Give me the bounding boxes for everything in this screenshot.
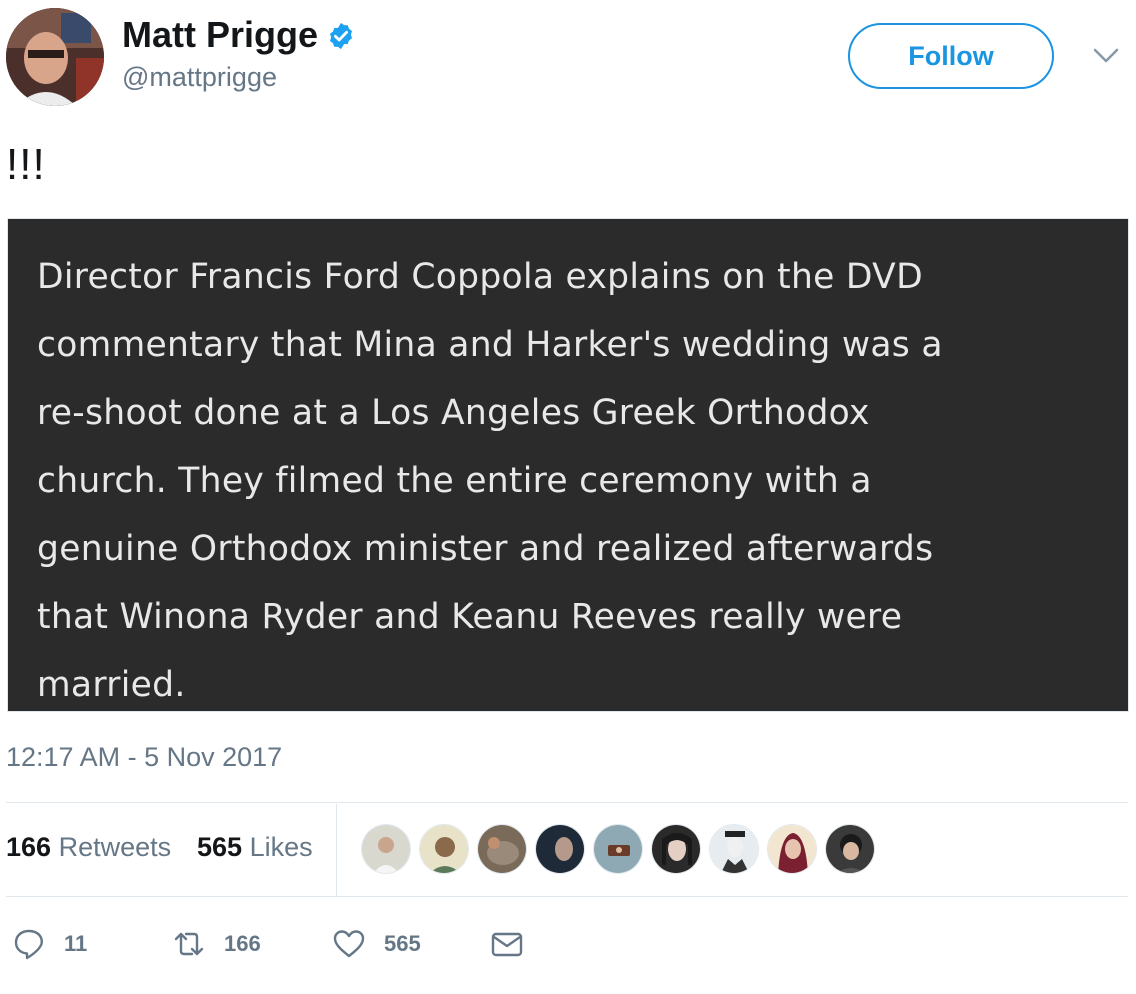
retweets-label: Retweets xyxy=(58,832,172,862)
tweet-header: Matt Prigge @mattprigge Follow xyxy=(0,0,1136,120)
direct-message-button[interactable] xyxy=(490,920,524,968)
liker-avatar[interactable] xyxy=(535,824,585,874)
liker-avatar[interactable] xyxy=(767,824,817,874)
tweet-actions: 11 166 565 xyxy=(6,920,1128,968)
author-handle[interactable]: @mattprigge xyxy=(122,62,277,93)
liker-avatar[interactable] xyxy=(825,824,875,874)
tweet-media-image[interactable]: Director Francis Ford Coppola explains o… xyxy=(7,218,1129,712)
heart-icon xyxy=(332,927,366,961)
reply-button[interactable]: 11 xyxy=(12,920,87,968)
follow-button[interactable]: Follow xyxy=(848,23,1054,89)
likes-stat[interactable]: 565 Likes xyxy=(197,832,313,863)
reply-icon xyxy=(12,927,46,961)
like-button[interactable]: 565 xyxy=(332,920,421,968)
liker-avatar[interactable] xyxy=(709,824,759,874)
divider xyxy=(6,896,1128,897)
likes-label: Likes xyxy=(249,832,313,862)
liker-avatar[interactable] xyxy=(419,824,469,874)
retweet-icon xyxy=(172,927,206,961)
liker-avatar[interactable] xyxy=(361,824,411,874)
author-name-text[interactable]: Matt Prigge xyxy=(122,14,318,55)
media-line: that Winona Ryder and Keanu Reeves reall… xyxy=(37,597,903,637)
liker-avatar[interactable] xyxy=(651,824,701,874)
tweet-stats: 166 Retweets 565 Likes xyxy=(6,804,1128,896)
media-caption-text: Director Francis Ford Coppola explains o… xyxy=(37,243,1117,719)
liker-avatar[interactable] xyxy=(593,824,643,874)
media-line: married. xyxy=(37,665,186,705)
reply-count: 11 xyxy=(64,931,88,956)
author-name[interactable]: Matt Prigge xyxy=(122,14,356,56)
divider xyxy=(6,802,1128,803)
likes-count: 565 xyxy=(197,832,243,862)
tweet-text: !!! xyxy=(6,140,46,189)
chevron-down-icon[interactable] xyxy=(1092,46,1120,66)
media-line: re-shoot done at a Los Angeles Greek Ort… xyxy=(37,393,870,433)
media-line: church. They filmed the entire ceremony … xyxy=(37,461,872,501)
retweet-button[interactable]: 166 xyxy=(172,920,261,968)
retweets-count: 166 xyxy=(6,832,52,862)
media-line: commentary that Mina and Harker's weddin… xyxy=(37,325,943,365)
tweet-timestamp[interactable]: 12:17 AM - 5 Nov 2017 xyxy=(6,742,282,773)
media-line: genuine Orthodox minister and realized a… xyxy=(37,529,934,569)
verified-badge-icon xyxy=(326,18,356,50)
retweet-count: 166 xyxy=(224,931,261,956)
retweets-stat[interactable]: 166 Retweets xyxy=(6,832,171,863)
envelope-icon xyxy=(490,927,524,961)
stats-separator xyxy=(336,804,337,896)
author-avatar[interactable] xyxy=(6,8,104,106)
liker-avatar[interactable] xyxy=(477,824,527,874)
like-count: 565 xyxy=(384,931,421,956)
media-line: Director Francis Ford Coppola explains o… xyxy=(37,257,923,297)
